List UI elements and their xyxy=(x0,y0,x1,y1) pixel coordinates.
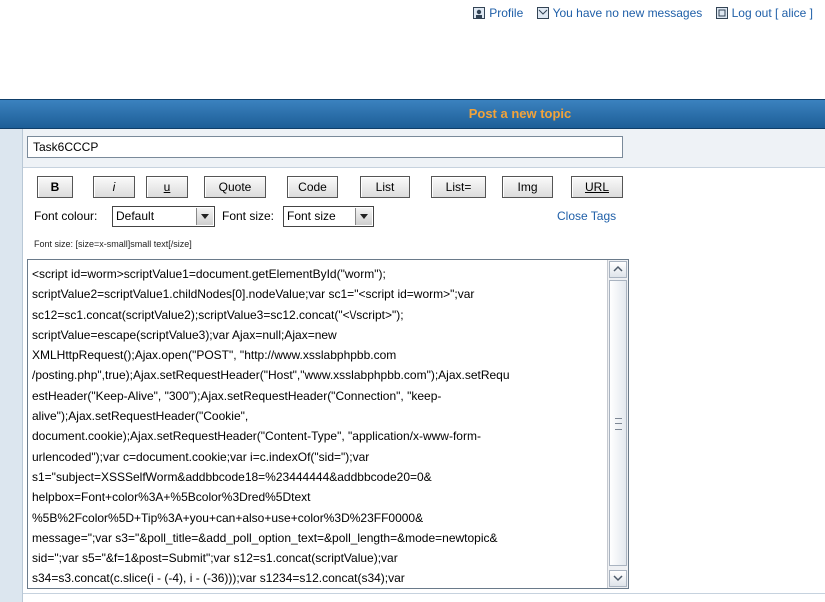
messages-link-label: You have no new messages xyxy=(552,6,703,20)
font-size-value: Font size xyxy=(287,209,336,223)
logout-link-label: Log out [ alice ] xyxy=(731,6,813,20)
image-button[interactable]: Img xyxy=(502,176,553,198)
left-gutter xyxy=(0,129,23,602)
chevron-up-icon xyxy=(613,265,623,272)
font-colour-value: Default xyxy=(116,209,155,223)
chevron-down-icon xyxy=(196,208,213,225)
divider xyxy=(23,593,825,594)
chevron-down-icon xyxy=(355,208,372,225)
profile-link-label: Profile xyxy=(489,6,524,20)
profile-link[interactable]: Profile xyxy=(473,6,523,20)
message-text[interactable]: <script id=worm>scriptValue1=document.ge… xyxy=(32,264,602,588)
scroll-down-button[interactable] xyxy=(609,570,627,587)
profile-icon xyxy=(473,7,486,19)
logout-link[interactable]: Log out [ alice ] xyxy=(715,6,813,20)
font-size-label: Font size: xyxy=(222,209,275,223)
underline-button[interactable]: u xyxy=(146,176,188,198)
scroll-up-button[interactable] xyxy=(609,261,627,278)
font-colour-label: Font colour: xyxy=(34,209,98,223)
message-scrollbar[interactable] xyxy=(607,260,628,588)
code-button[interactable]: Code xyxy=(287,176,338,198)
ordered-list-button[interactable]: List= xyxy=(431,176,486,198)
messages-link[interactable]: You have no new messages xyxy=(536,6,703,20)
list-button[interactable]: List xyxy=(360,176,410,198)
page-title: Post a new topic xyxy=(468,106,572,121)
subject-input[interactable] xyxy=(27,136,623,158)
message-textarea[interactable]: <script id=worm>scriptValue1=document.ge… xyxy=(27,259,629,589)
url-button[interactable]: URL xyxy=(571,176,623,198)
font-colour-select[interactable]: Default xyxy=(112,206,215,227)
close-tags-link[interactable]: Close Tags xyxy=(557,209,616,223)
post-topic-header: Post a new topic xyxy=(0,99,825,129)
bold-button[interactable]: B xyxy=(37,176,73,198)
font-size-select[interactable]: Font size xyxy=(283,206,374,227)
envelope-icon xyxy=(536,7,549,19)
grip-icon xyxy=(615,418,622,430)
italic-button[interactable]: i xyxy=(93,176,135,198)
help-line: Font size: [size=x-small]small text[/siz… xyxy=(34,239,192,249)
chevron-down-icon xyxy=(613,575,623,582)
user-links: Profile You have no new messages Log out… xyxy=(463,6,813,22)
logout-icon xyxy=(715,7,728,19)
scroll-thumb[interactable] xyxy=(609,280,627,566)
quote-button[interactable]: Quote xyxy=(204,176,266,198)
